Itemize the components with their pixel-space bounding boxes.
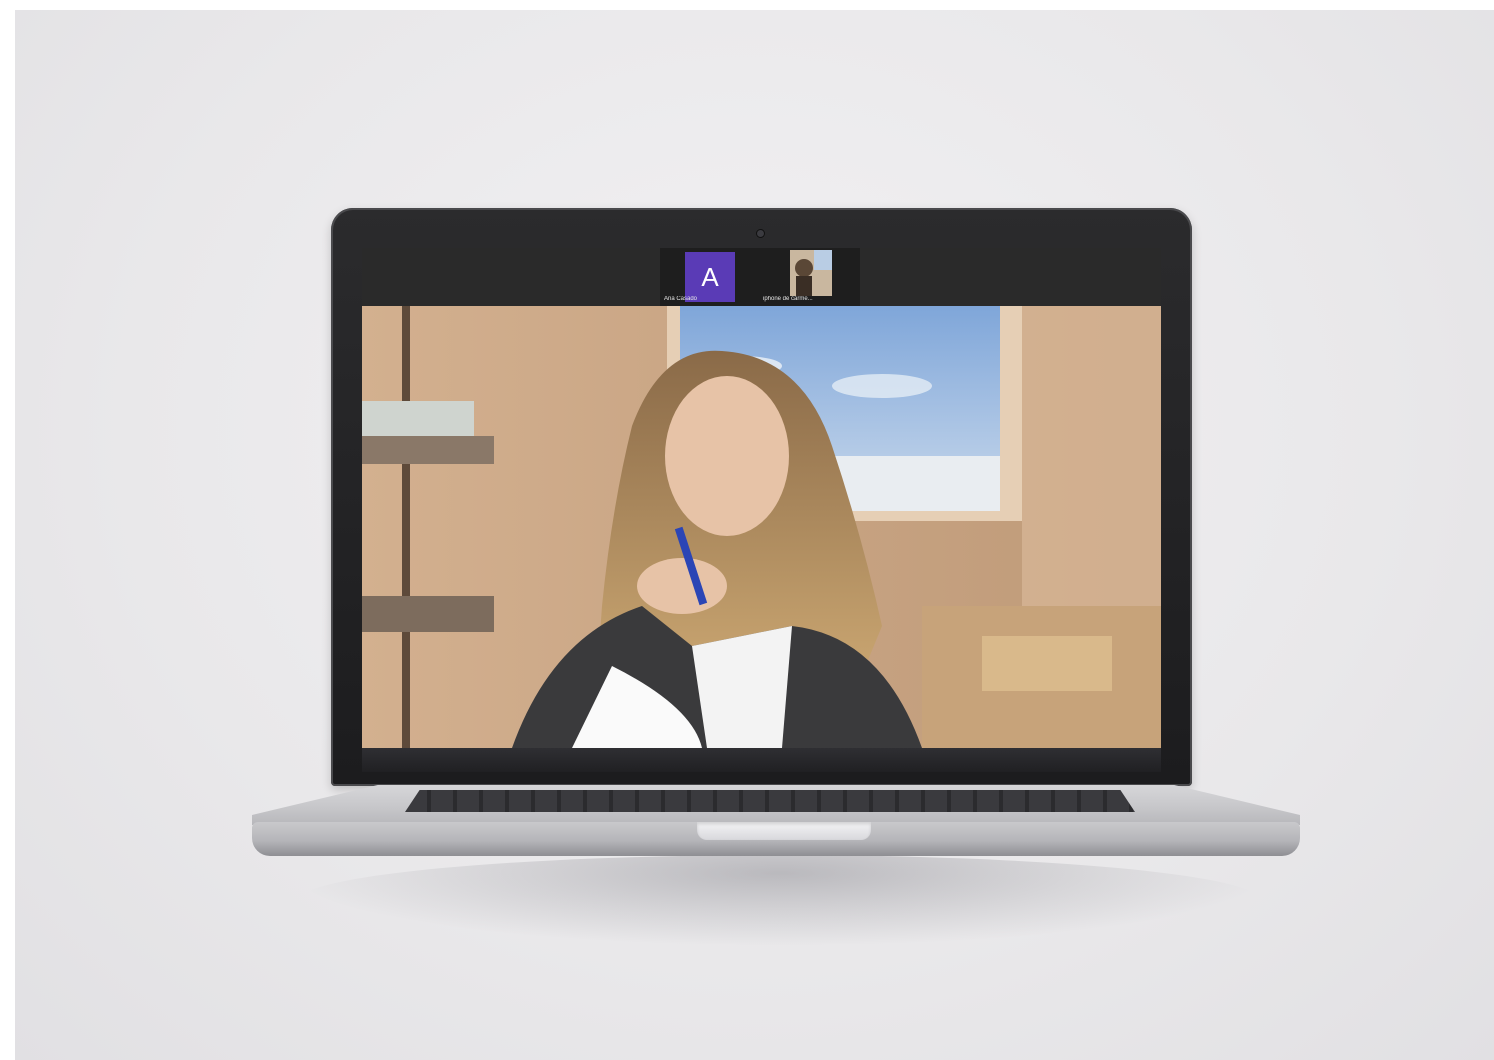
keyboard: [405, 790, 1135, 812]
laptop-shadow: [300, 855, 1260, 945]
screen-bottom-bezel: [362, 748, 1161, 772]
participant-video-thumbnail[interactable]: [790, 250, 832, 296]
avatar-initial: A: [701, 261, 719, 292]
main-video-feed: [362, 306, 1161, 748]
participant-name: Ana Casado: [664, 296, 698, 302]
webcam-icon: [757, 230, 764, 237]
participant-avatar[interactable]: A: [685, 252, 735, 302]
speaker-video-image: [362, 306, 1161, 748]
thumbnail-image: [790, 250, 832, 296]
lid-opening-notch: [697, 822, 871, 840]
participant-name: iphone de carme...: [763, 296, 813, 302]
laptop-screen: A Ana Casado iphone de carme...: [362, 248, 1161, 748]
